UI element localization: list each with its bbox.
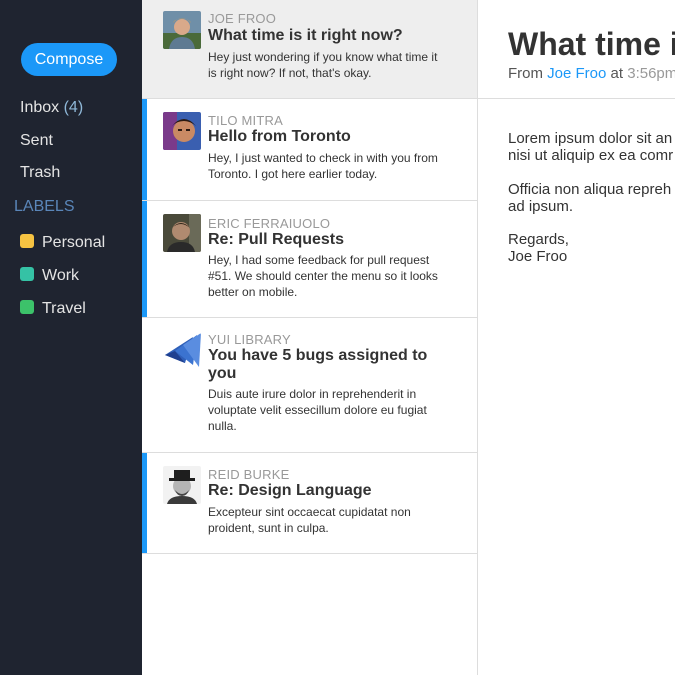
message-content-pane: What time is From Joe Froo at 3:56pm Lor… <box>478 0 675 675</box>
label-color-swatch <box>20 267 34 281</box>
yui-library-logo-icon <box>163 333 201 371</box>
message-title: What time is <box>508 26 675 62</box>
label-item-work[interactable]: Work <box>20 267 79 285</box>
message-preview: Hey, I had some feedback for pull reques… <box>208 253 438 299</box>
message-preview: Hey just wondering if you know what time… <box>208 50 438 80</box>
label-item-personal[interactable]: Personal <box>20 234 105 252</box>
labels-heading: LABELS <box>14 198 75 215</box>
nav-item-sent[interactable]: Sent <box>20 132 53 150</box>
body-signoff-line: Regards, <box>508 231 569 248</box>
message-sender: YUI Library <box>208 332 291 347</box>
message-preview: Excepteur sint occaecat cupidatat non pr… <box>208 505 411 535</box>
avatar-reid-burke <box>163 466 201 504</box>
nav-item-label: Inbox <box>20 99 60 116</box>
message-sender: Eric Ferraiuolo <box>208 216 331 231</box>
message-sender: Joe Froo <box>208 11 277 26</box>
compose-button[interactable]: Compose <box>21 43 117 76</box>
message-subject: Hello from Toronto <box>208 128 351 145</box>
avatar-joe-froo <box>163 11 201 49</box>
message-item-reid-burke[interactable]: Reid Burke Re: Design Language Excepteur… <box>142 453 477 554</box>
message-list: Joe Froo What time is it right now? Hey … <box>142 0 478 675</box>
meta-at-label: at <box>610 65 624 82</box>
message-subject: Re: Design Language <box>208 482 372 499</box>
message-time: 3:56pm <box>627 65 675 82</box>
nav-item-trash[interactable]: Trash <box>20 164 60 182</box>
body-signoff-line: Joe Froo <box>508 248 568 265</box>
message-sender: Tilo Mitra <box>208 113 283 128</box>
message-preview: Hey, I just wanted to check in with you … <box>208 151 438 181</box>
label-color-swatch <box>20 234 34 248</box>
message-item-tilo-mitra[interactable]: Tilo Mitra Hello from Toronto Hey, I jus… <box>142 99 477 201</box>
message-subject: You have 5 bugs assigned to you <box>208 347 428 382</box>
sender-link[interactable]: Joe Froo <box>547 65 606 82</box>
message-subject: What time is it right now? <box>208 27 403 44</box>
message-sender: Reid Burke <box>208 467 290 482</box>
sidebar: Compose Inbox (4) Sent Trash LABELS Pers… <box>0 0 142 675</box>
avatar-tilo-mitra <box>163 112 201 150</box>
body-text-line: Officia non aliqua repreh <box>508 181 672 198</box>
label-text: Personal <box>42 234 106 251</box>
message-item-yui-library[interactable]: YUI Library You have 5 bugs assigned to … <box>142 318 477 453</box>
message-item-eric-ferraiuolo[interactable]: Eric Ferraiuolo Re: Pull Requests Hey, I… <box>142 201 477 318</box>
message-subject: Re: Pull Requests <box>208 231 345 248</box>
message-preview: Duis aute irure dolor in reprehenderit i… <box>208 387 427 433</box>
message-header: What time is From Joe Froo at 3:56pm <box>478 0 675 99</box>
nav-item-inbox[interactable]: Inbox (4) <box>20 99 83 117</box>
body-text-line: ad ipsum. <box>508 198 574 215</box>
label-item-travel[interactable]: Travel <box>20 300 86 318</box>
label-text: Work <box>42 267 80 284</box>
label-text: Travel <box>42 300 86 317</box>
body-text-line: Lorem ipsum dolor sit an <box>508 130 673 147</box>
body-text-line: nisi ut aliquip ex ea comr <box>508 147 674 164</box>
avatar-eric-ferraiuolo <box>163 214 201 252</box>
message-item-joe-froo[interactable]: Joe Froo What time is it right now? Hey … <box>142 0 477 99</box>
message-meta: From Joe Froo at 3:56pm <box>508 65 675 82</box>
meta-from-label: From <box>508 65 543 82</box>
label-color-swatch <box>20 300 34 314</box>
inbox-count-badge: (4) <box>63 99 84 116</box>
